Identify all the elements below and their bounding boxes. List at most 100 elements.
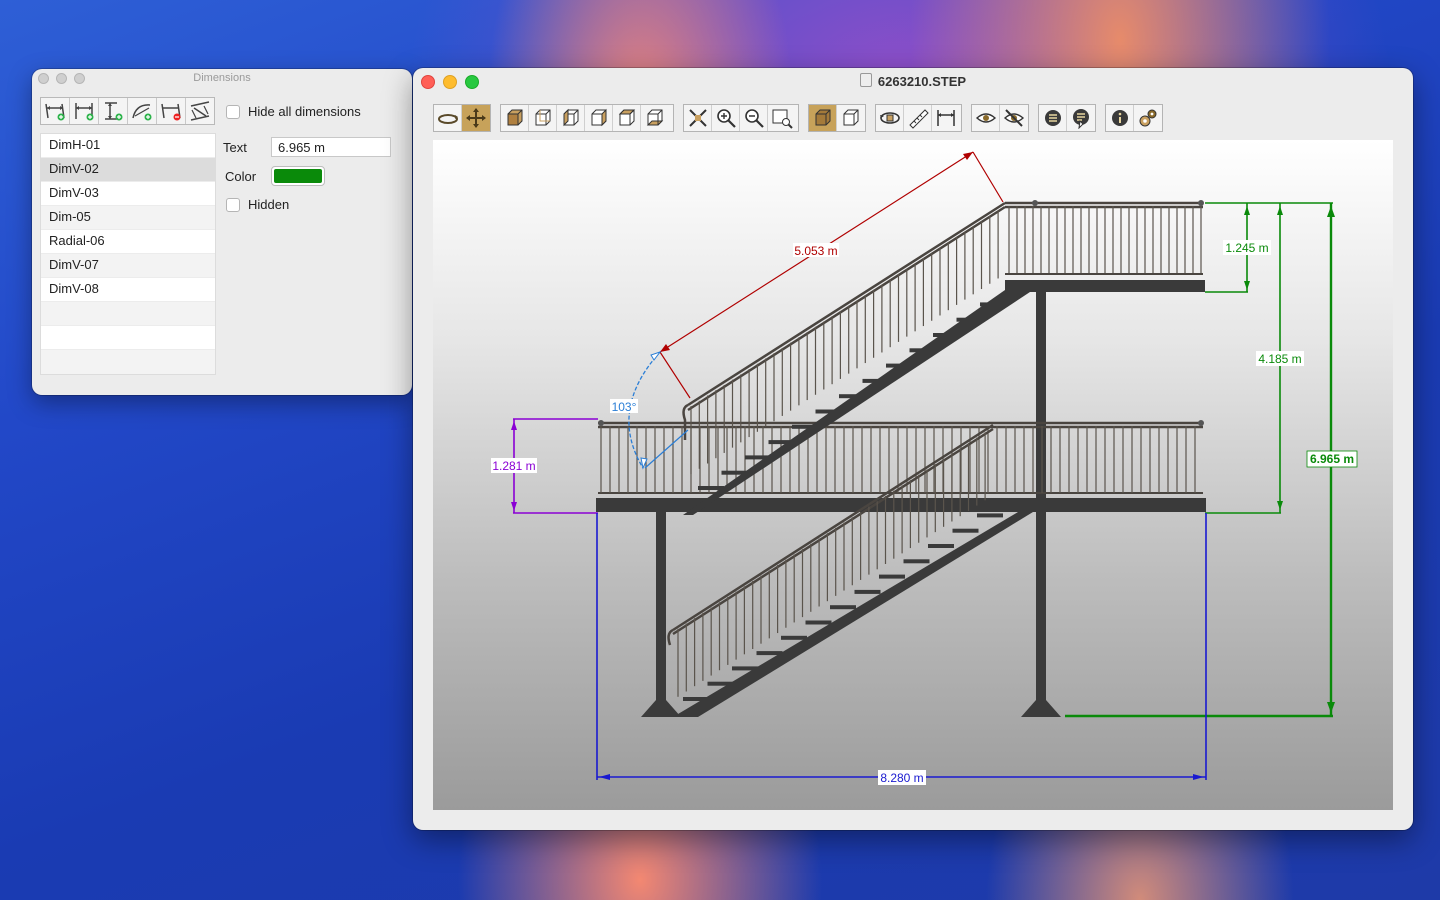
view-back-button[interactable] <box>529 105 557 131</box>
add-radial-dimension-button[interactable] <box>128 98 157 124</box>
panel-window-controls <box>38 73 85 84</box>
hidden-label: Hidden <box>248 197 290 212</box>
dimension-list-item[interactable]: DimH-01 <box>41 134 215 158</box>
add-vertical-length-dimension-icon <box>75 103 94 121</box>
shaded-mode-button[interactable] <box>809 105 837 131</box>
add-horizontal-dimension-button[interactable] <box>41 98 70 124</box>
zoom-tools-group <box>683 104 799 132</box>
minimize-button[interactable] <box>443 75 457 89</box>
dimension-horizontal-8280[interactable]: 8.280 m <box>596 513 1207 785</box>
dimension-text-field[interactable]: 6.965 m <box>271 137 391 157</box>
model-viewer-window: 6263210.STEP 5.053 m 103° 1.281 m 1.245 … <box>413 68 1413 830</box>
visibility-icon <box>975 113 996 123</box>
settings-button[interactable] <box>1134 105 1162 131</box>
stair-tread <box>721 470 748 475</box>
info-button[interactable] <box>1106 105 1134 131</box>
info-icon <box>1111 110 1128 126</box>
layers-group <box>1038 104 1096 132</box>
add-vertical-length-dimension-button[interactable] <box>70 98 99 124</box>
view-top-icon <box>618 109 635 126</box>
zoom-out-button[interactable] <box>740 105 768 131</box>
zoom-window-button[interactable] <box>768 105 796 131</box>
measure-button[interactable] <box>904 105 932 131</box>
aligned-dimension-button[interactable] <box>186 98 214 124</box>
dimension-label-bottom: 8.280 m <box>880 771 923 785</box>
dimension-list-empty-row <box>41 326 215 350</box>
hide-button[interactable] <box>1000 105 1028 131</box>
show-button[interactable] <box>972 105 1000 131</box>
stair-tread <box>862 378 889 383</box>
dimension-vertical-1281[interactable]: 1.281 m <box>491 418 598 514</box>
dimension-button[interactable] <box>932 105 960 131</box>
orbit-button[interactable] <box>434 105 462 131</box>
hide-icon <box>1003 109 1025 127</box>
shaded-mode-icon <box>815 109 830 126</box>
stair-tread <box>909 348 936 353</box>
stair-tread <box>815 409 842 414</box>
dimension-vertical-1245[interactable]: 1.245 m <box>1205 202 1273 293</box>
delete-dimension-button[interactable] <box>157 98 186 124</box>
dimension-tools-toolbar <box>40 97 215 125</box>
view-left-icon <box>563 108 578 127</box>
stair-tread <box>903 559 930 564</box>
add-horizontal-dimension-icon <box>45 103 65 121</box>
dimension-list-item[interactable]: DimV-08 <box>41 278 215 302</box>
stair-tread <box>839 394 865 399</box>
3d-viewport[interactable]: 5.053 m 103° 1.281 m 1.245 m 4.185 m 6.9… <box>433 140 1393 810</box>
measure-icon <box>908 109 929 129</box>
view-bottom-icon <box>646 109 664 126</box>
zoom-button[interactable] <box>465 75 479 89</box>
annotations-button[interactable] <box>1067 105 1095 131</box>
color-property-label: Color <box>225 169 257 184</box>
hidden-option[interactable]: Hidden <box>226 197 289 212</box>
measure-tools-group <box>875 104 962 132</box>
dimension-list-item[interactable]: Dim-05 <box>41 206 215 230</box>
zoom-fit-icon <box>688 109 707 127</box>
view-right-button[interactable] <box>585 105 613 131</box>
dimensions-panel-titlebar[interactable]: Dimensions <box>32 69 412 87</box>
display-mode-group <box>808 104 866 132</box>
dimension-vertical-6965[interactable]: 6.965 m <box>1065 203 1358 718</box>
stair-tread <box>830 605 856 610</box>
standard-views-group <box>500 104 674 132</box>
hide-all-dimensions-option[interactable]: Hide all dimensions <box>226 104 361 119</box>
dimension-list[interactable]: DimH-01 DimV-02 DimV-03 Dim-05 Radial-06… <box>40 133 216 375</box>
dimension-color-well[interactable] <box>271 166 325 186</box>
staircase-model[interactable]: 5.053 m 103° 1.281 m 1.245 m 4.185 m 6.9… <box>433 140 1393 810</box>
zoom-fit-button[interactable] <box>684 105 712 131</box>
dimension-list-item[interactable]: Radial-06 <box>41 230 215 254</box>
text-property-label: Text <box>223 140 247 155</box>
zoom-out-icon <box>744 109 764 128</box>
add-vertical-dimension-button[interactable] <box>99 98 128 124</box>
pan-button[interactable] <box>462 105 490 131</box>
stair-tread <box>707 681 734 686</box>
rotate-model-button[interactable] <box>876 105 904 131</box>
hide-all-dimensions-checkbox[interactable] <box>226 104 240 119</box>
layers-button[interactable] <box>1039 105 1067 131</box>
dimension-angle-103[interactable]: 103° <box>610 351 689 470</box>
dimension-label-overall-right: 6.965 m <box>1310 452 1354 466</box>
zoom-in-button[interactable] <box>712 105 740 131</box>
panel-minimize-button[interactable] <box>56 73 67 84</box>
hidden-checkbox[interactable] <box>226 197 240 212</box>
close-button[interactable] <box>421 75 435 89</box>
wireframe-mode-button[interactable] <box>837 105 865 131</box>
view-left-button[interactable] <box>557 105 585 131</box>
view-right-icon <box>591 108 606 127</box>
delete-dimension-icon <box>161 103 181 121</box>
main-window-titlebar[interactable]: 6263210.STEP <box>413 68 1413 96</box>
dimension-list-item[interactable]: DimV-07 <box>41 254 215 278</box>
view-top-button[interactable] <box>613 105 641 131</box>
view-bottom-button[interactable] <box>641 105 669 131</box>
wireframe-mode-icon <box>843 109 859 126</box>
stair-tread <box>886 363 912 368</box>
view-front-button[interactable] <box>501 105 529 131</box>
stair-tread <box>745 455 771 460</box>
dimension-list-item[interactable]: DimV-03 <box>41 182 215 206</box>
panel-close-button[interactable] <box>38 73 49 84</box>
dimension-label-angle: 103° <box>612 400 637 414</box>
stair-tread <box>781 635 807 640</box>
dimension-list-item-selected[interactable]: DimV-02 <box>41 158 215 182</box>
panel-zoom-button[interactable] <box>74 73 85 84</box>
visibility-group <box>971 104 1029 132</box>
